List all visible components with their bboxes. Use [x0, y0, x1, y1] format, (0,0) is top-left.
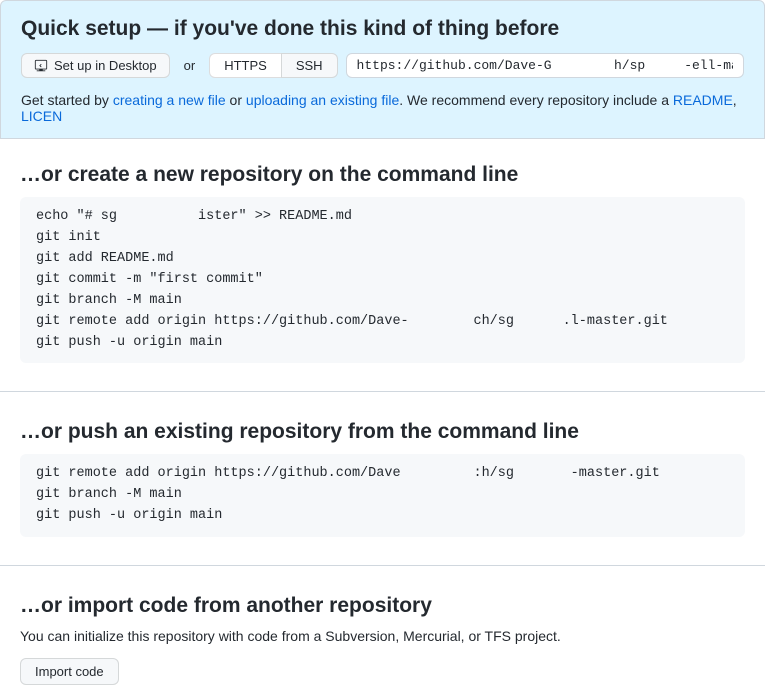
- create-repo-section: …or create a new repository on the comma…: [0, 163, 765, 363]
- help-comma: ,: [733, 92, 737, 108]
- license-link[interactable]: LICEN: [21, 108, 62, 124]
- or-text: or: [178, 58, 202, 73]
- clone-url-input[interactable]: [346, 53, 744, 78]
- divider: [0, 391, 765, 392]
- import-code-button[interactable]: Import code: [20, 658, 119, 685]
- create-repo-code[interactable]: echo "# sg ister" >> README.md git init …: [20, 197, 745, 363]
- help-mid: or: [226, 92, 246, 108]
- quick-setup-panel: Quick setup — if you've done this kind o…: [0, 0, 765, 139]
- quick-setup-heading: Quick setup — if you've done this kind o…: [21, 17, 744, 41]
- import-repo-desc: You can initialize this repository with …: [20, 628, 745, 644]
- import-repo-heading: …or import code from another repository: [20, 594, 745, 618]
- desktop-icon: [34, 59, 48, 73]
- help-suffix: . We recommend every repository include …: [399, 92, 673, 108]
- divider: [0, 565, 765, 566]
- push-existing-heading: …or push an existing repository from the…: [20, 420, 745, 444]
- help-prefix: Get started by: [21, 92, 113, 108]
- readme-link[interactable]: README: [673, 92, 733, 108]
- protocol-group: HTTPS SSH: [209, 53, 337, 78]
- setup-desktop-button[interactable]: Set up in Desktop: [21, 53, 170, 78]
- quick-setup-help: Get started by creating a new file or up…: [21, 92, 744, 124]
- create-repo-heading: …or create a new repository on the comma…: [20, 163, 745, 187]
- push-existing-section: …or push an existing repository from the…: [0, 420, 765, 537]
- push-existing-code[interactable]: git remote add origin https://github.com…: [20, 454, 745, 537]
- import-repo-section: …or import code from another repository …: [0, 594, 765, 685]
- upload-file-link[interactable]: uploading an existing file: [246, 92, 399, 108]
- setup-row: Set up in Desktop or HTTPS SSH: [21, 53, 744, 78]
- create-file-link[interactable]: creating a new file: [113, 92, 226, 108]
- https-button[interactable]: HTTPS: [209, 53, 281, 78]
- setup-desktop-label: Set up in Desktop: [54, 58, 157, 73]
- ssh-button[interactable]: SSH: [281, 53, 338, 78]
